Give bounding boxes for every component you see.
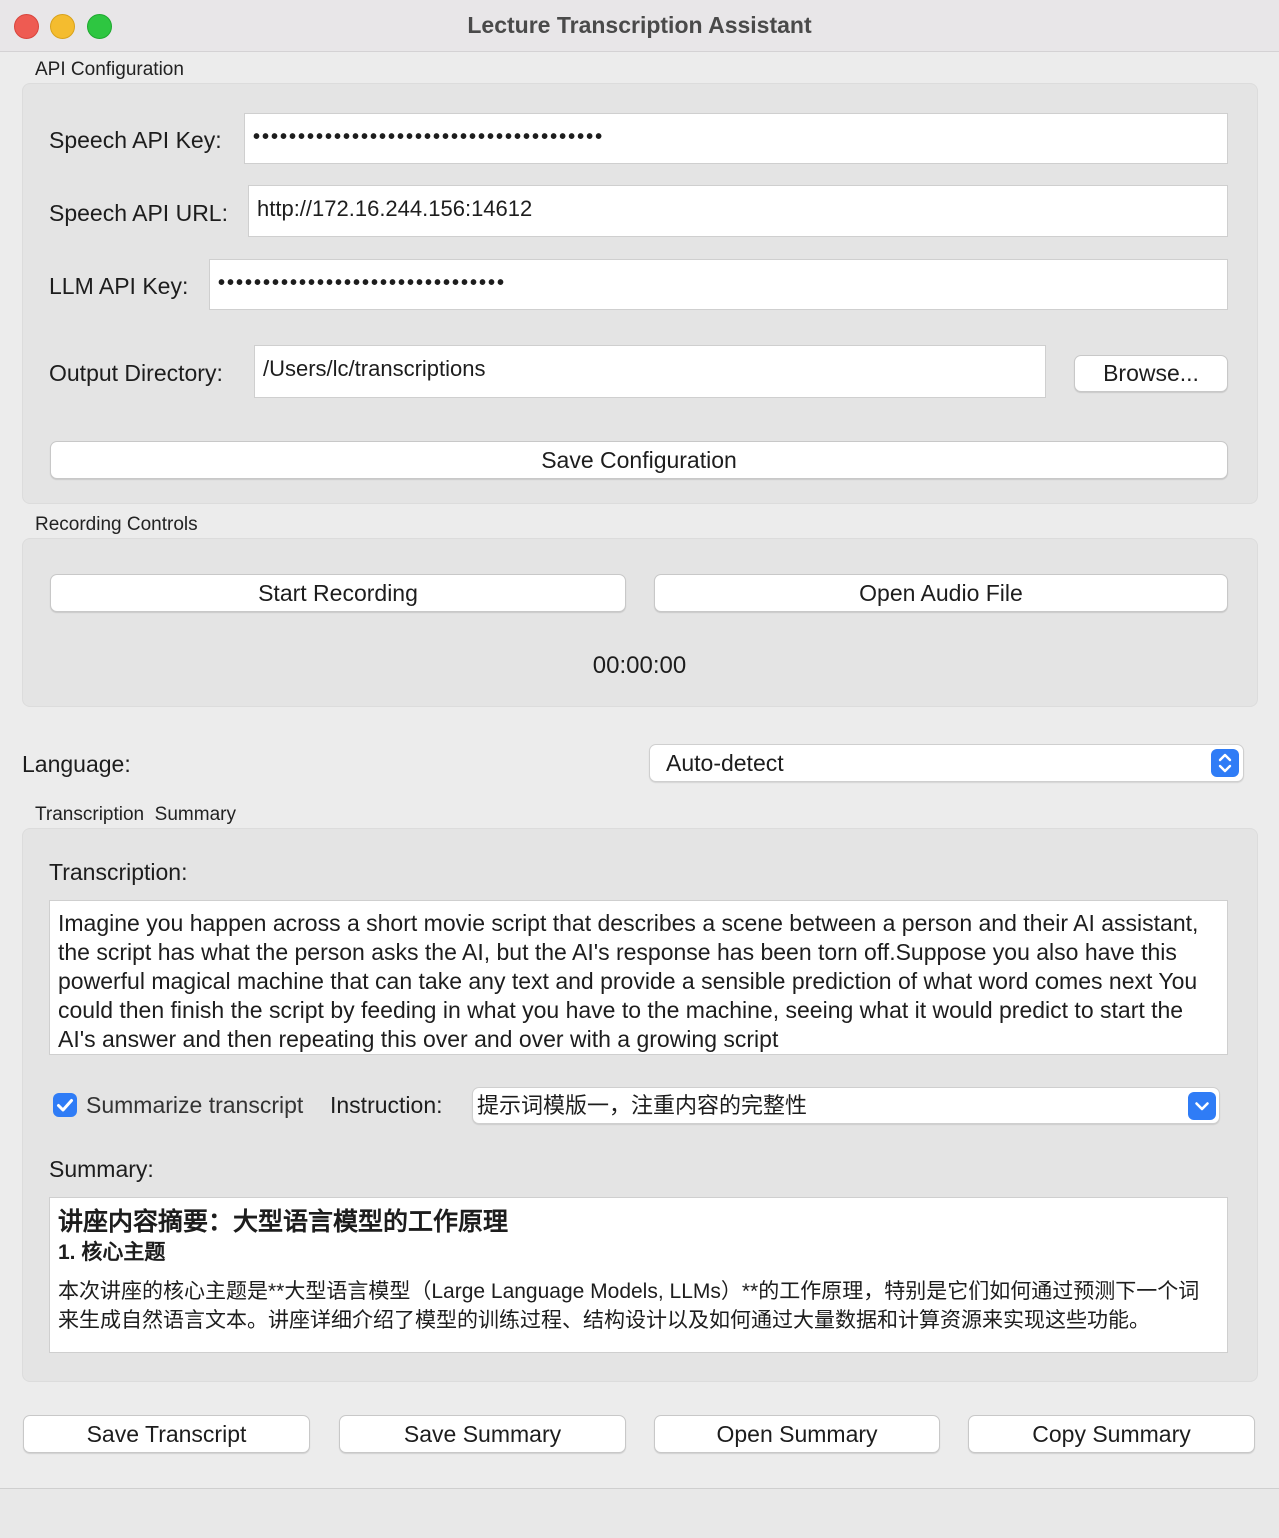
summary-heading: 讲座内容摘要：大型语言模型的工作原理 — [58, 1208, 509, 1236]
save-summary-button[interactable]: Save Summary — [339, 1415, 626, 1453]
summarize-checkbox-label[interactable]: Summarize transcript — [86, 1092, 303, 1119]
summary-body: 本次讲座的核心主题是**大型语言模型（Large Language Models… — [58, 1280, 1200, 1332]
transcription-summary-group-label: Transcription Summary — [35, 804, 236, 825]
llm-api-key-label: LLM API Key: — [49, 273, 189, 299]
recording-controls-group — [22, 538, 1258, 707]
summary-subheading: 1. 核心主题 — [58, 1241, 166, 1264]
instruction-label: Instruction: — [330, 1092, 443, 1118]
summarize-checkbox[interactable] — [53, 1093, 77, 1117]
chevron-down-icon — [1188, 1092, 1216, 1120]
output-directory-label: Output Directory: — [49, 360, 223, 386]
speech-api-key-field[interactable]: ••••••••••••••••••••••••••••••••••••••• — [244, 113, 1228, 164]
up-down-chevron-icon — [1211, 749, 1239, 777]
recording-timer: 00:00:00 — [592, 652, 687, 679]
recording-controls-group-label: Recording Controls — [35, 514, 198, 535]
language-select-value: Auto-detect — [666, 750, 784, 776]
language-select[interactable]: Auto-detect — [649, 744, 1244, 782]
transcription-label: Transcription: — [49, 859, 188, 885]
status-bar — [0, 1488, 1279, 1538]
save-configuration-button[interactable]: Save Configuration — [50, 441, 1228, 479]
instruction-select-value: 提示词模版一，注重内容的完整性 — [477, 1093, 808, 1118]
save-transcript-button[interactable]: Save Transcript — [23, 1415, 310, 1453]
instruction-select[interactable]: 提示词模版一，注重内容的完整性 — [472, 1087, 1220, 1124]
browse-button[interactable]: Browse... — [1074, 355, 1228, 392]
transcription-textarea[interactable]: Imagine you happen across a short movie … — [49, 900, 1228, 1055]
open-audio-file-button[interactable]: Open Audio File — [654, 574, 1228, 612]
speech-api-url-label: Speech API URL: — [49, 200, 228, 226]
output-directory-field[interactable]: /Users/lc/transcriptions — [254, 345, 1046, 398]
language-label: Language: — [22, 751, 131, 777]
api-config-group-label: API Configuration — [35, 59, 184, 80]
summary-label: Summary: — [49, 1156, 154, 1182]
speech-api-url-field[interactable]: http://172.16.244.156:14612 — [248, 185, 1228, 237]
window-title: Lecture Transcription Assistant — [467, 12, 812, 38]
transcription-text: Imagine you happen across a short movie … — [58, 910, 1199, 1052]
title-bar: Lecture Transcription Assistant — [0, 0, 1279, 52]
checkmark-icon — [57, 1099, 73, 1112]
speech-api-key-label: Speech API Key: — [49, 127, 222, 153]
copy-summary-button[interactable]: Copy Summary — [968, 1415, 1255, 1453]
llm-api-key-field[interactable]: •••••••••••••••••••••••••••••••• — [209, 259, 1228, 310]
open-summary-button[interactable]: Open Summary — [654, 1415, 940, 1453]
summary-textarea[interactable]: 讲座内容摘要：大型语言模型的工作原理 1. 核心主题 本次讲座的核心主题是**大… — [49, 1197, 1228, 1353]
start-recording-button[interactable]: Start Recording — [50, 574, 626, 612]
